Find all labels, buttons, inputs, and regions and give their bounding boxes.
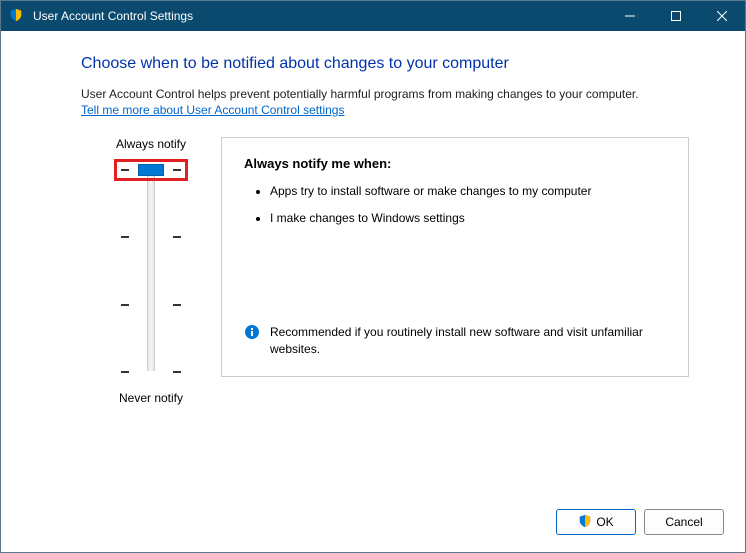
page-heading: Choose when to be notified about changes…	[81, 55, 689, 73]
content-area: Choose when to be notified about changes…	[1, 31, 745, 405]
slider-tick	[121, 304, 181, 306]
dialog-buttons: OK Cancel	[556, 509, 724, 535]
info-icon	[244, 324, 260, 340]
panel-bullet: I make changes to Windows settings	[270, 210, 666, 227]
learn-more-link[interactable]: Tell me more about User Account Control …	[81, 103, 344, 117]
recommendation-row: Recommended if you routinely install new…	[244, 324, 666, 358]
shield-icon	[9, 8, 25, 24]
slider-label-never: Never notify	[81, 391, 221, 405]
minimize-button[interactable]	[607, 1, 653, 31]
slider-tick	[121, 236, 181, 238]
panel-title: Always notify me when:	[244, 156, 666, 171]
ok-button[interactable]: OK	[556, 509, 636, 535]
description-panel: Always notify me when: Apps try to insta…	[221, 137, 689, 377]
shield-icon	[578, 514, 592, 531]
slider-thumb[interactable]	[138, 164, 164, 176]
ok-label: OK	[596, 515, 613, 529]
panel-bullet-list: Apps try to install software or make cha…	[244, 183, 666, 237]
slider-column: Always notify Never notify	[81, 137, 221, 405]
window-title: User Account Control Settings	[33, 9, 607, 23]
slider-label-always: Always notify	[81, 137, 221, 151]
close-button[interactable]	[699, 1, 745, 31]
cancel-label: Cancel	[665, 515, 702, 529]
titlebar: User Account Control Settings	[1, 1, 745, 31]
window-controls	[607, 1, 745, 31]
recommendation-text: Recommended if you routinely install new…	[270, 324, 666, 358]
notification-slider[interactable]	[121, 161, 181, 381]
maximize-button[interactable]	[653, 1, 699, 31]
page-description: User Account Control helps prevent poten…	[81, 87, 689, 101]
slider-track	[147, 171, 155, 371]
panel-bullet: Apps try to install software or make cha…	[270, 183, 666, 200]
cancel-button[interactable]: Cancel	[644, 509, 724, 535]
slider-tick	[121, 371, 181, 373]
